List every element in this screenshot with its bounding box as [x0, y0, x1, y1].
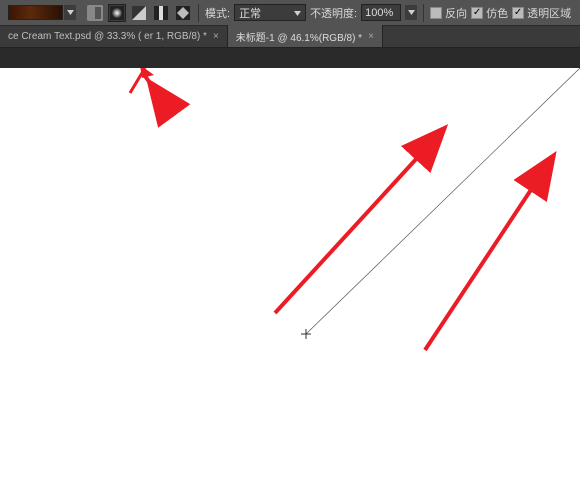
mode-dropdown[interactable]: 正常 — [234, 4, 306, 21]
mode-label: 模式: — [205, 5, 230, 21]
checkbox-icon — [512, 7, 524, 19]
dither-checkbox[interactable]: 仿色 — [471, 5, 508, 21]
angle-gradient-icon[interactable] — [130, 4, 148, 22]
dither-label: 仿色 — [486, 5, 508, 21]
options-bar: 模式: 正常 不透明度: 100% 反向 仿色 透明区域 — [0, 0, 580, 26]
close-icon[interactable]: × — [368, 31, 374, 42]
tab-title: 未标题-1 @ 46.1%(RGB/8) * — [236, 29, 362, 44]
reflected-gradient-icon[interactable] — [152, 4, 170, 22]
radial-gradient-icon[interactable] — [108, 4, 126, 22]
opacity-input[interactable]: 100% — [361, 4, 401, 21]
opacity-value: 100% — [365, 7, 393, 19]
reverse-label: 反向 — [445, 5, 467, 21]
checkbox-icon — [471, 7, 483, 19]
opacity-label: 不透明度: — [310, 5, 357, 21]
gradient-picker[interactable] — [8, 5, 76, 20]
canvas[interactable] — [0, 68, 580, 504]
opacity-dropdown[interactable] — [405, 5, 417, 20]
transparency-label: 透明区域 — [527, 5, 571, 21]
gradient-dropdown[interactable] — [64, 5, 76, 20]
document-tabs: ce Cream Text.psd @ 33.3% ( er 1, RGB/8)… — [0, 26, 580, 48]
transparency-checkbox[interactable]: 透明区域 — [512, 5, 571, 21]
tab-document-2[interactable]: 未标题-1 @ 46.1%(RGB/8) * × — [228, 25, 383, 47]
chevron-down-icon — [294, 7, 301, 19]
canvas-border — [0, 48, 580, 68]
tab-title: ce Cream Text.psd @ 33.3% ( er 1, RGB/8)… — [8, 31, 207, 42]
tab-document-1[interactable]: ce Cream Text.psd @ 33.3% ( er 1, RGB/8)… — [0, 25, 228, 47]
diamond-gradient-icon[interactable] — [174, 4, 192, 22]
close-icon[interactable]: × — [213, 31, 219, 42]
checkbox-icon — [430, 7, 442, 19]
gradient-swatch[interactable] — [8, 5, 63, 20]
linear-gradient-icon[interactable] — [86, 4, 104, 22]
reverse-checkbox[interactable]: 反向 — [430, 5, 467, 21]
mode-value: 正常 — [239, 5, 261, 21]
